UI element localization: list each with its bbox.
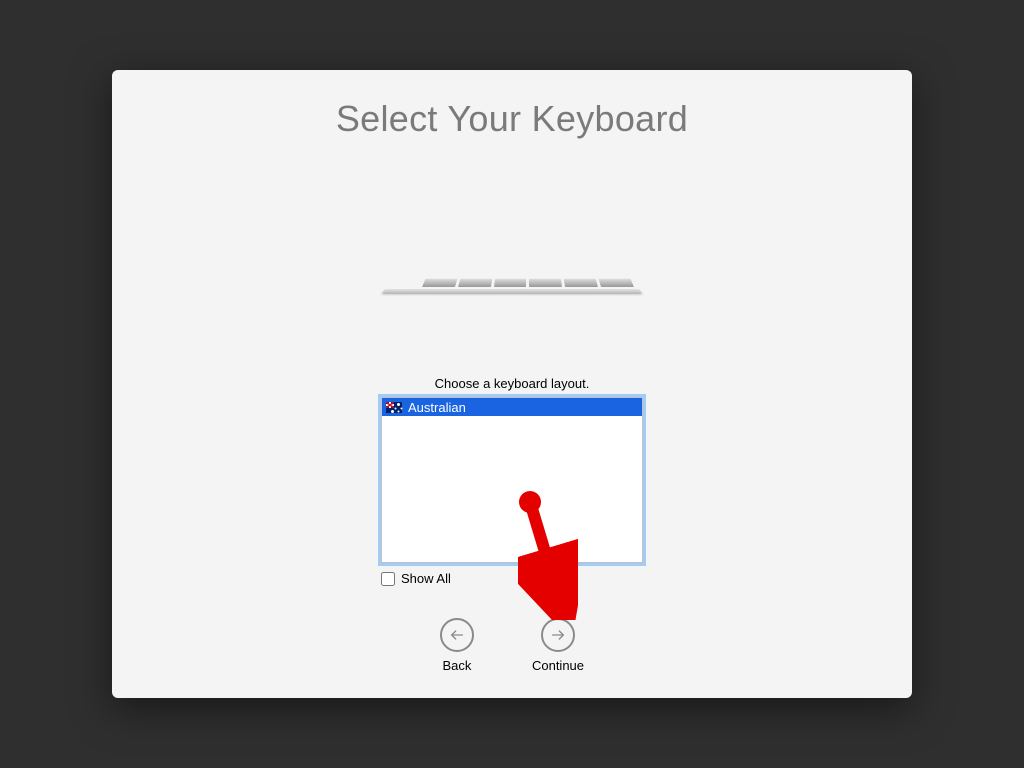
back-label: Back: [443, 658, 472, 673]
flag-australia-icon: [386, 402, 402, 413]
arrow-left-icon: [440, 618, 474, 652]
continue-button[interactable]: Continue: [532, 618, 584, 673]
back-button[interactable]: Back: [440, 618, 474, 673]
show-all-checkbox[interactable]: [381, 572, 395, 586]
arrow-right-icon: [541, 618, 575, 652]
continue-label: Continue: [532, 658, 584, 673]
list-item[interactable]: Australian: [382, 398, 642, 416]
nav-buttons: Back Continue: [440, 618, 584, 673]
instruction-text: Choose a keyboard layout.: [435, 376, 590, 391]
setup-panel: Select Your Keyboard Choose a keyboard l…: [112, 70, 912, 698]
show-all-label: Show All: [401, 571, 451, 586]
show-all-row: Show All: [381, 571, 643, 586]
page-title: Select Your Keyboard: [336, 98, 688, 140]
keyboard-illustration: [382, 260, 642, 300]
list-item-label: Australian: [408, 400, 466, 415]
keyboard-layout-list[interactable]: Australian: [381, 397, 643, 563]
